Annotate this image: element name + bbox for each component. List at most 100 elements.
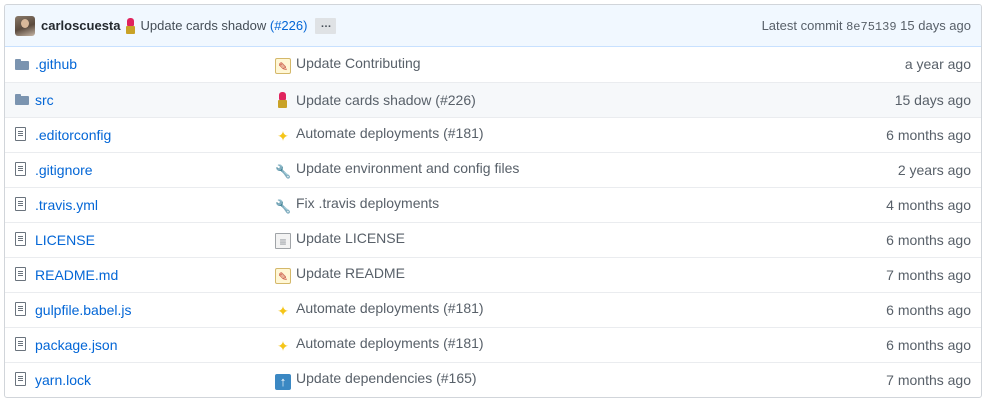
commit-age: 15 days ago	[894, 91, 971, 108]
commit-pr-link[interactable]: (#226)	[270, 18, 308, 33]
file-name-link[interactable]: package.json	[35, 337, 118, 353]
sparkles-icon	[275, 303, 291, 319]
file-name-link[interactable]: yarn.lock	[35, 372, 91, 388]
file-name-link[interactable]: .gitignore	[35, 162, 93, 178]
commit-age: 6 months ago	[886, 126, 971, 143]
file-icon	[15, 267, 26, 281]
row-name-cell: README.md	[33, 257, 275, 292]
memo-icon	[275, 57, 291, 74]
row-age-cell: 6 months ago	[784, 222, 981, 257]
row-message-cell: Update LICENSE	[275, 222, 784, 257]
row-age-cell: 7 months ago	[784, 257, 981, 292]
folder-icon	[15, 58, 29, 70]
table-row[interactable]: package.json Automate deployments (#181) 6…	[5, 327, 981, 362]
row-message-cell: Update README	[275, 257, 784, 292]
commit-message-link[interactable]: Update README	[296, 265, 405, 281]
commit-message-link[interactable]: Update dependencies (#165)	[296, 370, 477, 386]
file-name-link[interactable]: LICENSE	[35, 232, 95, 248]
commit-meta: Latest commit 8e75139 15 days ago	[762, 18, 971, 34]
row-icon-cell	[5, 292, 33, 327]
commit-message-link[interactable]: Automate deployments (#181)	[296, 300, 484, 316]
row-message-cell: Update cards shadow (#226)	[275, 82, 784, 117]
commit-sha[interactable]: 8e75139	[846, 20, 896, 34]
commit-message-link[interactable]: Automate deployments (#181)	[296, 125, 484, 141]
commit-age: 7 months ago	[886, 371, 971, 388]
commit-message-text[interactable]: Update cards shadow	[141, 18, 270, 33]
row-icon-cell	[5, 152, 33, 187]
table-row[interactable]: .gitignore Update environment and config …	[5, 152, 981, 187]
file-name-link[interactable]: README.md	[35, 267, 118, 283]
table-row[interactable]: yarn.lock Update dependencies (#165) 7 mon…	[5, 362, 981, 397]
table-row[interactable]: .editorconfig Automate deployments (#181)…	[5, 117, 981, 152]
commit-message-link[interactable]: Update environment and config files	[296, 160, 519, 176]
row-message-cell: Automate deployments (#181)	[275, 292, 784, 327]
commit-message: Update cards shadow (#226)	[141, 18, 308, 33]
table-row[interactable]: .travis.yml Fix .travis deployments 4 mont…	[5, 187, 981, 222]
row-age-cell: 15 days ago	[784, 82, 981, 117]
row-message-cell: Update environment and config files	[275, 152, 784, 187]
file-icon	[15, 232, 26, 246]
row-icon-cell	[5, 82, 33, 117]
file-icon	[15, 302, 26, 316]
row-name-cell: gulpfile.babel.js	[33, 292, 275, 327]
file-name-link[interactable]: .travis.yml	[35, 197, 98, 213]
row-icon-cell	[5, 117, 33, 152]
row-icon-cell	[5, 47, 33, 82]
row-name-cell: .gitignore	[33, 152, 275, 187]
commit-age: 6 months ago	[886, 231, 971, 248]
row-icon-cell	[5, 327, 33, 362]
row-icon-cell	[5, 222, 33, 257]
row-age-cell: 4 months ago	[784, 187, 981, 222]
row-name-cell: .github	[33, 47, 275, 82]
file-icon	[15, 127, 26, 141]
sparkles-icon	[275, 338, 291, 354]
row-message-cell: Automate deployments (#181)	[275, 117, 784, 152]
sparkles-icon	[275, 128, 291, 144]
row-message-cell: Automate deployments (#181)	[275, 327, 784, 362]
row-age-cell: a year ago	[784, 47, 981, 82]
commit-message-link[interactable]: Fix .travis deployments	[296, 195, 439, 211]
expand-commit-message-button[interactable]: …	[315, 17, 337, 34]
row-icon-cell	[5, 187, 33, 222]
commit-author[interactable]: carloscuesta	[41, 18, 121, 33]
row-name-cell: LICENSE	[33, 222, 275, 257]
row-age-cell: 6 months ago	[784, 327, 981, 362]
row-message-cell: Update dependencies (#165)	[275, 362, 784, 397]
commit-message-link[interactable]: Automate deployments (#181)	[296, 335, 484, 351]
author-avatar[interactable]	[15, 15, 35, 36]
file-name-link[interactable]: .github	[35, 56, 77, 72]
lipstick-icon	[275, 91, 291, 108]
row-age-cell: 6 months ago	[784, 117, 981, 152]
arrow-up-icon	[275, 373, 291, 390]
commit-age: 2 years ago	[897, 161, 971, 178]
file-navigation-table: carloscuesta Update cards shadow (#226) …	[4, 4, 982, 398]
table-row[interactable]: README.md Update README 7 months ago	[5, 257, 981, 292]
row-name-cell: src	[33, 82, 275, 117]
file-icon	[15, 372, 26, 387]
table-row[interactable]: LICENSE Update LICENSE 6 months ago	[5, 222, 981, 257]
table-row[interactable]: .github Update Contributing a year ago	[5, 47, 981, 82]
folder-icon	[15, 94, 29, 105]
table-row[interactable]: src Update cards shadow (#226) 15 days ago	[5, 82, 981, 117]
table-row[interactable]: gulpfile.babel.js Automate deployments (#…	[5, 292, 981, 327]
wrench-icon	[275, 199, 291, 215]
commit-age: 7 months ago	[886, 266, 971, 283]
commit-age: 6 months ago	[886, 336, 971, 353]
latest-commit-label: Latest commit	[761, 17, 843, 33]
commit-message-link[interactable]: Update Contributing	[296, 55, 421, 71]
row-age-cell: 2 years ago	[784, 152, 981, 187]
file-icon	[15, 162, 26, 176]
commit-age: 15 days ago	[900, 17, 971, 33]
row-message-cell: Update Contributing	[275, 47, 784, 82]
file-name-link[interactable]: src	[35, 92, 54, 108]
latest-commit-bar: carloscuesta Update cards shadow (#226) …	[5, 5, 981, 47]
row-icon-cell	[5, 257, 33, 292]
file-name-link[interactable]: .editorconfig	[35, 127, 111, 143]
commit-message-link[interactable]: Update LICENSE	[296, 230, 405, 246]
memo-icon	[275, 268, 291, 284]
file-name-link[interactable]: gulpfile.babel.js	[35, 302, 132, 318]
commit-message-link[interactable]: Update cards shadow (#226)	[296, 92, 476, 108]
files-table: .github Update Contributing a year ago src U…	[5, 47, 981, 397]
row-name-cell: .travis.yml	[33, 187, 275, 222]
commit-age: 6 months ago	[886, 301, 971, 318]
